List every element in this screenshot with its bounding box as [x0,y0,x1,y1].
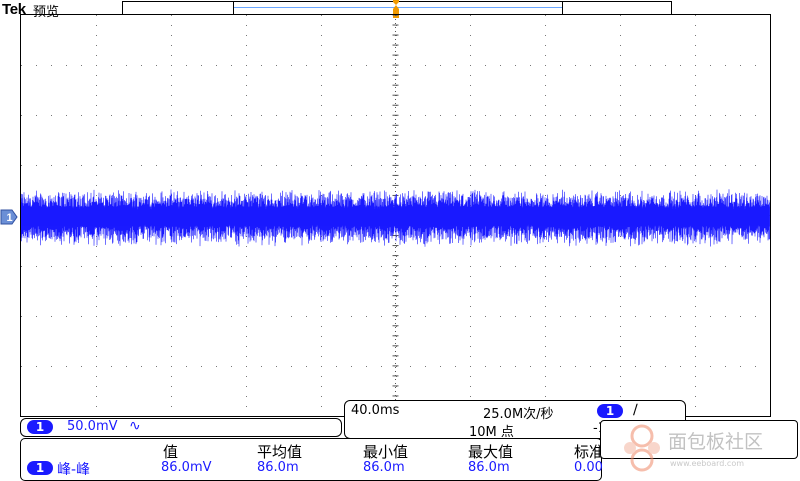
waveform-core-band [21,206,770,227]
measurement-value: 86.0mV [161,460,212,475]
side-panel-box [600,420,798,459]
measurement-col-mean: 平均值 [257,443,303,461]
measurement-col-value: 值 [163,443,179,461]
channel-1-ground-marker[interactable]: 1 [0,208,18,226]
measurement-mean: 86.0m [257,460,299,475]
ac-coupling-icon: ∿ [129,418,141,434]
timebase-value: 40.0ms [351,403,400,418]
measurement-table[interactable]: 值 平均值 最小值 最大值 标准 1 峰-峰 86.0mV 86.0m 86.0… [20,438,604,481]
channel-1-waveform [21,189,770,247]
waveform-graticule[interactable] [20,14,771,417]
measurement-col-min: 最小值 [363,443,409,461]
measurement-max: 86.0m [468,460,510,475]
graticule-svg [21,15,770,416]
channel-1-marker-label: 1 [7,212,13,224]
measurement-min: 86.0m [363,460,405,475]
watermark-url: www.eeboard.com [670,459,744,468]
sample-rate-value: 25.0M次/秒 [483,407,554,422]
channel-scale-box[interactable]: 1 50.0mV ∿ [20,418,342,437]
channel-1-badge: 1 [27,420,53,434]
channel-1-scale: 50.0mV [67,419,118,434]
measurement-col-max: 最大值 [468,443,514,461]
measurement-std: 0.00 [574,460,603,475]
measurement-name: 峰-峰 [57,462,91,478]
measurement-channel-badge: 1 [27,461,53,475]
rising-edge-icon: ∕ [633,402,638,418]
trigger-channel-badge: 1 [597,404,623,418]
